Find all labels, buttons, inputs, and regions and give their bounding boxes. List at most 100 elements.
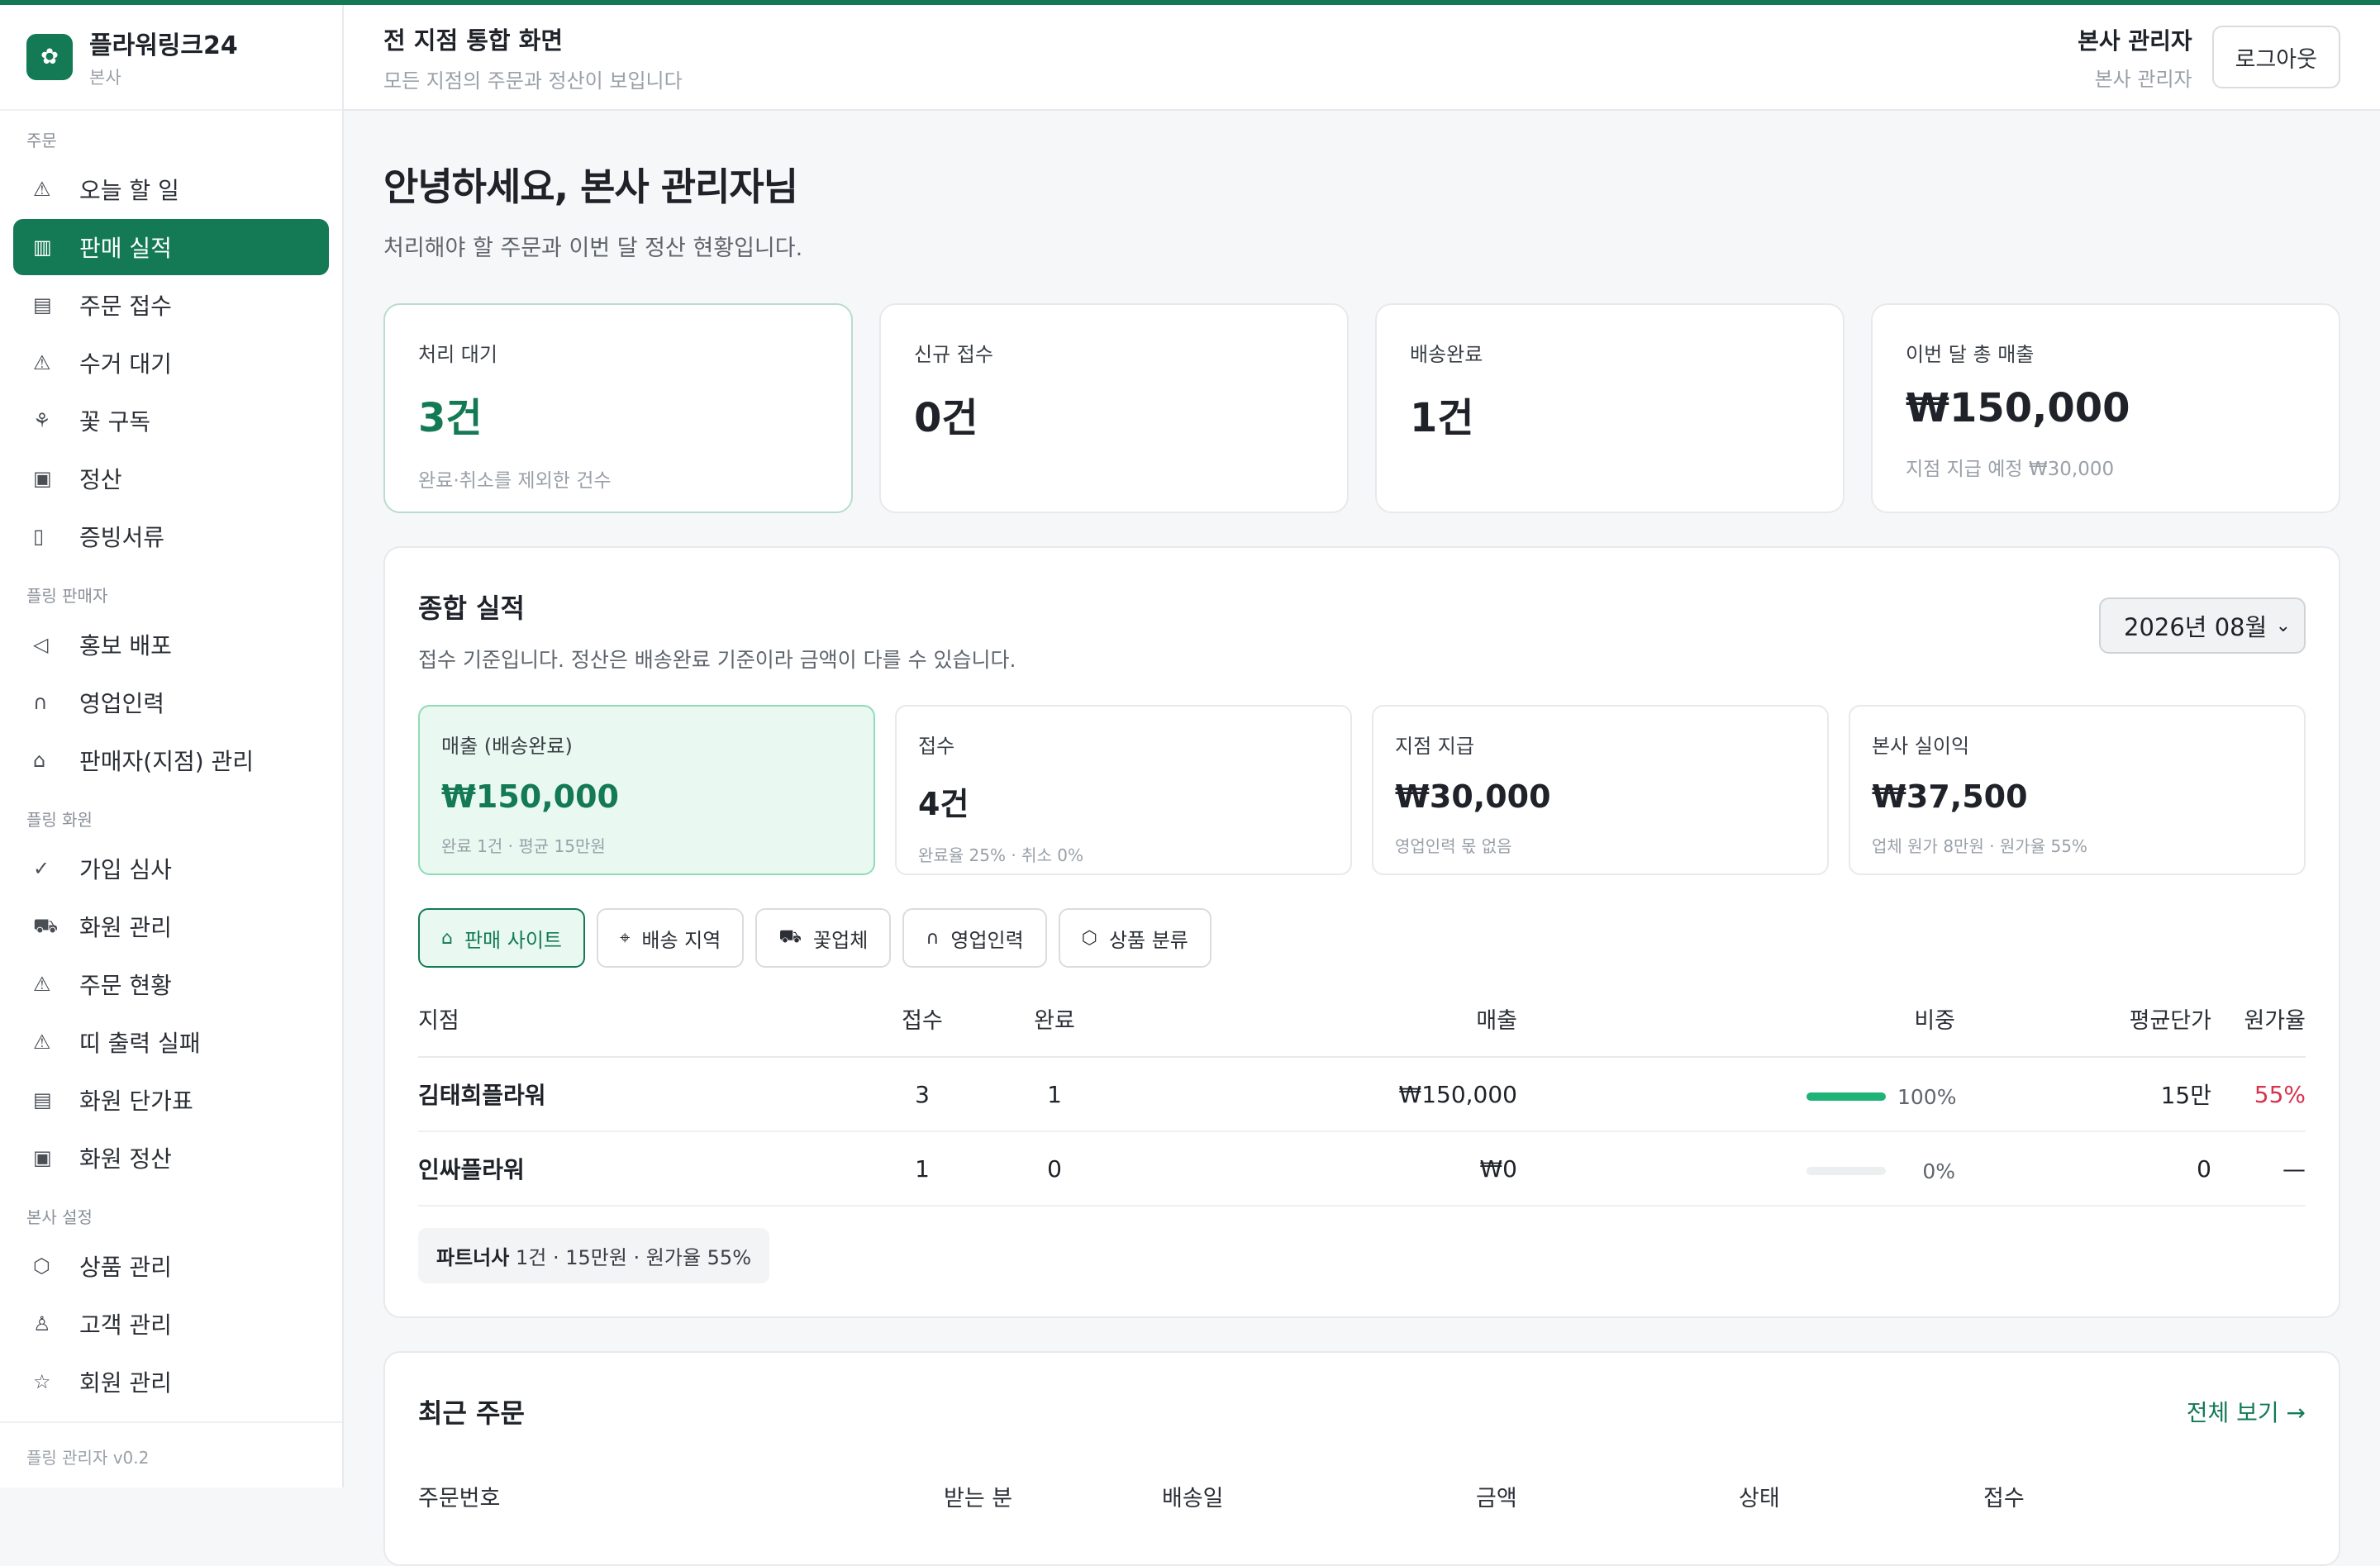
- sidebar-item-documents[interactable]: ▯ 증빙서류: [13, 508, 329, 564]
- sidebar-item-flower-subscription[interactable]: ⚘ 꽃 구독: [13, 393, 329, 449]
- sidebar-item-product-management[interactable]: ⬡ 상품 관리: [13, 1238, 329, 1294]
- chevron-down-icon: ⌄: [2275, 615, 2291, 636]
- sidebar-item-florist-price-table[interactable]: ▤ 화원 단가표: [13, 1072, 329, 1128]
- column-header: 지점: [418, 991, 881, 1058]
- column-header: 비중: [1517, 991, 1955, 1058]
- column-header: 원가율: [2211, 991, 2306, 1058]
- table-row[interactable]: 김태희플라워 3 1 ₩150,000 100% 15만 55%: [418, 1057, 2306, 1132]
- clipboard-icon: ▤: [33, 293, 52, 317]
- sidebar-item-member-management[interactable]: ☆ 회원 관리: [13, 1354, 329, 1410]
- kpi-value: 1건: [1410, 395, 1474, 441]
- sidebar-item-label: 띠 출력 실패: [79, 1030, 201, 1057]
- sidebar-item-florist-management[interactable]: ⛟ 화원 관리: [13, 898, 329, 954]
- kpi-card-new[interactable]: 신규 접수 0건: [879, 303, 1349, 513]
- summary-kpis: 매출 (배송완료) ₩150,000 완료 1건 · 평균 15만원 접수 4건…: [418, 705, 2306, 875]
- branch-table: 지점 접수 완료 매출 비중 평균단가 원가율 김태희플라워 3 1 ₩150,…: [418, 991, 2306, 1207]
- cell-shop: 인싸플라워: [418, 1131, 881, 1207]
- cell-done: 0: [964, 1131, 1145, 1207]
- warning-icon: ⚠: [33, 178, 51, 201]
- sidebar-item-label: 정산: [79, 466, 122, 493]
- month-select[interactable]: 2026년 08월 ⌄: [2099, 597, 2306, 654]
- store-icon: ⌂: [33, 749, 46, 772]
- tab-product-category[interactable]: ⬡ 상품 분류: [1058, 908, 1211, 968]
- user-info: 본사 관리자 본사 관리자: [2078, 23, 2192, 92]
- cell-sales: ₩0: [1145, 1131, 1517, 1207]
- brand[interactable]: ✿ 플라워링크24 본사: [0, 5, 342, 111]
- summary-title: 종합 실적: [418, 593, 525, 624]
- summary-kpi-note: 완료율 25% · 취소 0%: [918, 845, 1083, 865]
- column-header: 상태: [1739, 1486, 1780, 1511]
- kpi-label: 이번 달 총 매출: [1906, 343, 2035, 366]
- tab-label: 영업인력: [950, 928, 1024, 952]
- sidebar-item-ribbon-print-failure[interactable]: ⚠ 띠 출력 실패: [13, 1014, 329, 1070]
- sidebar-item-customer-management[interactable]: ♙ 고객 관리: [13, 1296, 329, 1352]
- sidebar-item-label: 오늘 할 일: [79, 177, 179, 204]
- summary-kpi-label: 지점 지급: [1395, 735, 1474, 758]
- nav-group-label: 플링 화원: [26, 810, 93, 830]
- tab-florist[interactable]: ⛟ 꽃업체: [755, 908, 892, 968]
- summary-kpi-note: 완료 1건 · 평균 15만원: [441, 836, 606, 856]
- sidebar-item-todo[interactable]: ⚠ 오늘 할 일: [13, 161, 329, 217]
- top-header: 전 지점 통합 화면 모든 지점의 주문과 정산이 보입니다 본사 관리자 본사…: [344, 5, 2380, 111]
- sidebar-item-signup-review[interactable]: ✓ 가입 심사: [13, 840, 329, 897]
- tab-sales-staff[interactable]: ∩ 영업인력: [902, 908, 1047, 968]
- share-bar: [1806, 1092, 1886, 1102]
- sidebar-item-label: 홍보 배포: [79, 632, 172, 659]
- user-role: 본사 관리자: [2094, 67, 2192, 91]
- summary-kpi-label: 매출 (배송완료): [441, 735, 573, 758]
- cell-cost-rate: —: [2211, 1131, 2306, 1207]
- brand-sub: 본사: [89, 68, 121, 88]
- cell-average-price: 0: [1955, 1131, 2211, 1207]
- warning-icon: ⚠: [33, 351, 51, 374]
- check-icon: ✓: [33, 857, 50, 880]
- sidebar-item-promotion[interactable]: ◁ 홍보 배포: [13, 616, 329, 673]
- kpi-card-pending[interactable]: 처리 대기 3건 완료·취소를 제외한 건수: [383, 303, 853, 513]
- partner-detail: 1건 · 15만원 · 원가율 55%: [515, 1246, 752, 1269]
- sidebar-item-sales-performance[interactable]: ▥ 판매 실적: [13, 219, 329, 275]
- column-header: 완료: [964, 991, 1145, 1058]
- user-name: 본사 관리자: [2078, 26, 2192, 55]
- logout-button[interactable]: 로그아웃: [2211, 26, 2340, 88]
- flower-icon: ✿: [26, 34, 73, 80]
- kpi-label: 배송완료: [1410, 343, 1483, 366]
- tab-sales-site[interactable]: ⌂ 판매 사이트: [418, 908, 585, 968]
- page-subtitle: 모든 지점의 주문과 정산이 보입니다: [383, 69, 683, 93]
- cell-cost-rate: 55%: [2211, 1057, 2306, 1132]
- kpi-card-monthly-sales[interactable]: 이번 달 총 매출 ₩150,000 지점 지급 예정 ₩30,000: [1871, 303, 2340, 513]
- headset-icon: ∩: [33, 691, 48, 714]
- month-select-value: 2026년 08월: [2124, 613, 2268, 641]
- sidebar-item-label: 가입 심사: [79, 856, 172, 883]
- sidebar-item-sales-staff[interactable]: ∩ 영업인력: [13, 674, 329, 731]
- column-header: 접수: [1983, 1486, 2025, 1511]
- tab-label: 배송 지역: [641, 928, 721, 952]
- sidebar-item-order-intake[interactable]: ▤ 주문 접수: [13, 277, 329, 333]
- store-icon: ⌂: [441, 927, 453, 949]
- kpi-value: 0건: [914, 395, 978, 441]
- greeting-title: 안녕하세요, 본사 관리자님: [383, 164, 798, 209]
- sidebar-item-pickup-wait[interactable]: ⚠ 수거 대기: [13, 335, 329, 391]
- tab-delivery-region[interactable]: ⌖ 배송 지역: [597, 908, 745, 968]
- sidebar-item-florist-settlement[interactable]: ▣ 화원 정산: [13, 1130, 329, 1186]
- kpi-value: 3건: [418, 395, 483, 441]
- kpi-card-delivered[interactable]: 배송완료 1건: [1375, 303, 1844, 513]
- sidebar-item-settlement[interactable]: ▣ 정산: [13, 450, 329, 507]
- nav-group-label: 플링 판매자: [26, 586, 108, 606]
- sidebar-item-order-status[interactable]: ⚠ 주문 현황: [13, 956, 329, 1012]
- summary-kpi-label: 본사 실이익: [1872, 735, 1970, 758]
- user-icon: ♙: [33, 1312, 51, 1335]
- column-header: 매출: [1145, 991, 1517, 1058]
- pin-icon: ⌖: [620, 927, 631, 949]
- cell-received: 3: [881, 1057, 964, 1132]
- table-row[interactable]: 인싸플라워 1 0 ₩0 0% 0 —: [418, 1131, 2306, 1207]
- share-bar: [1806, 1167, 1886, 1176]
- sidebar-item-label: 화원 관리: [79, 914, 172, 941]
- summary-kpi-received: 접수 4건 완료율 25% · 취소 0%: [895, 705, 1352, 875]
- wallet-icon: ▣: [33, 467, 52, 490]
- recent-orders-panel: 최근 주문 전체 보기 → 주문번호 받는 분 배송일 금액 상태 접수: [383, 1351, 2340, 1566]
- cell-shop: 김태희플라워: [418, 1057, 881, 1132]
- partner-summary: 파트너사 1건 · 15만원 · 원가율 55%: [418, 1228, 770, 1283]
- sidebar-item-seller-management[interactable]: ⌂ 판매자(지점) 관리: [13, 732, 329, 788]
- clipboard-icon: ▤: [33, 1088, 52, 1111]
- page-title: 전 지점 통합 화면: [383, 26, 564, 55]
- view-all-link[interactable]: 전체 보기 →: [2187, 1395, 2306, 1428]
